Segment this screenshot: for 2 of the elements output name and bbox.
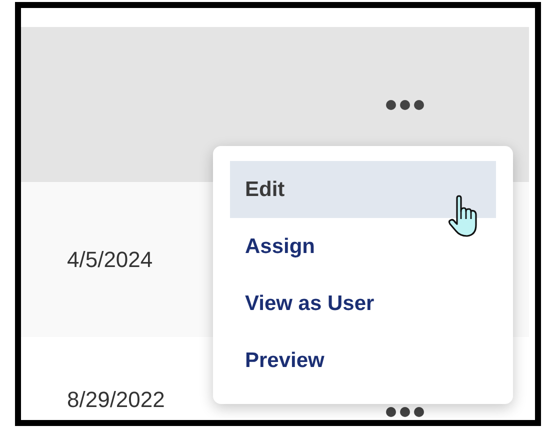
date-cell: 8/29/2022 [67,387,165,412]
date-cell-text: 4/5/2024 [67,246,153,274]
